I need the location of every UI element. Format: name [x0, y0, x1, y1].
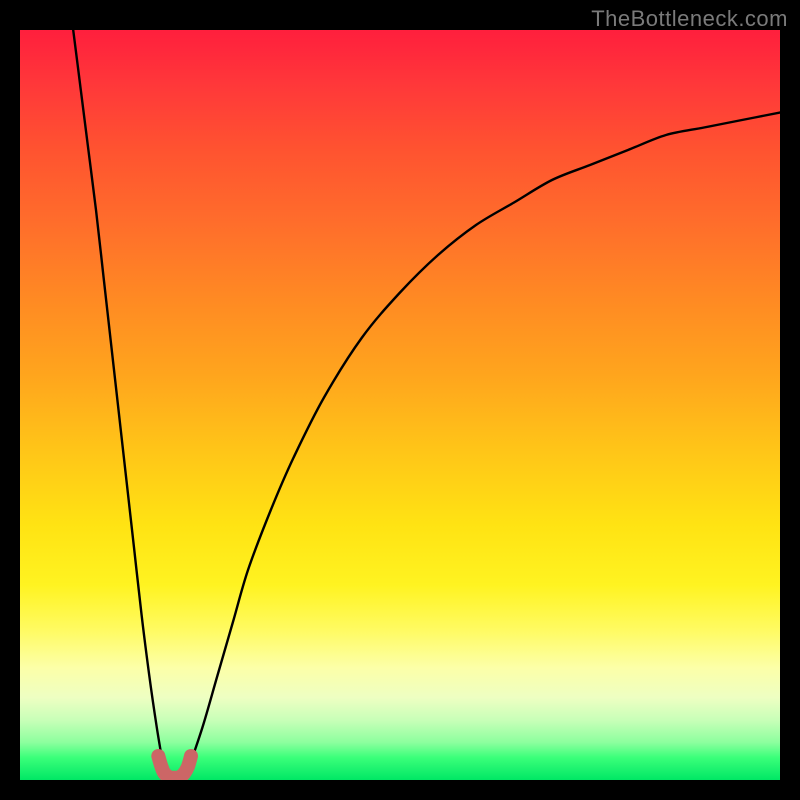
curve-layer — [20, 30, 780, 780]
curve-right-branch — [187, 113, 780, 773]
chart-frame: TheBottleneck.com — [0, 0, 800, 800]
curve-bottom-u — [158, 756, 191, 778]
plot-area — [20, 30, 780, 780]
curve-left-branch — [73, 30, 164, 773]
watermark-text: TheBottleneck.com — [591, 6, 788, 32]
